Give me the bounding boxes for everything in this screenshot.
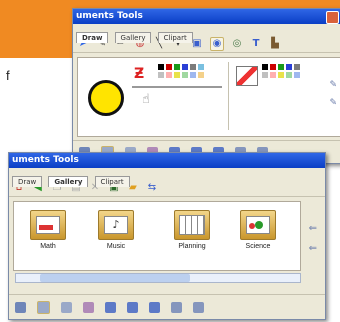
side-tool-icon[interactable]: ✎ [329, 98, 337, 108]
math-icon [30, 210, 66, 240]
tab-clipart[interactable]: Clipart [157, 32, 193, 43]
tab-strip: Draw Gallery Clipart [73, 24, 340, 43]
panel-divider [228, 62, 229, 130]
pattern-preview-icon[interactable] [236, 66, 258, 86]
horizontal-scrollbar[interactable] [15, 273, 301, 283]
settings-icon[interactable] [193, 301, 204, 313]
tab-clipart[interactable]: Clipart [94, 176, 130, 187]
window-title: uments Tools [76, 11, 143, 21]
side-arrow-icon[interactable]: ⇐ [309, 243, 317, 254]
bottom-toolbar [9, 294, 325, 319]
gallery-item-label: Music [106, 243, 126, 250]
print-icon[interactable] [171, 301, 182, 313]
rectangle-tool-icon[interactable]: ▣ [191, 38, 203, 50]
window-title-bar[interactable]: uments Tools [9, 153, 325, 168]
page-text-fragment: f [6, 68, 10, 83]
text-tool-icon[interactable]: T [250, 38, 262, 50]
width-slider[interactable] [132, 86, 222, 88]
back-icon[interactable] [37, 300, 50, 314]
grid-icon[interactable] [15, 301, 26, 313]
monitor-icon[interactable] [149, 301, 160, 313]
tab-draw[interactable]: Draw [12, 176, 43, 187]
tab-gallery[interactable]: Gallery [114, 32, 152, 43]
ellipse-tool-icon[interactable]: ◉ [210, 37, 224, 51]
gallery-item-label: Planning [178, 243, 206, 250]
forward-icon[interactable] [61, 301, 72, 313]
gallery-item-math[interactable]: Math [30, 210, 66, 250]
stroke-style-icon[interactable]: Ƶ [134, 67, 150, 81]
gallery-tools-window: uments Tools Draw Gallery Clipart ⌂ ◀ ❐ … [8, 152, 326, 320]
image-icon[interactable] [127, 301, 138, 313]
import-icon[interactable]: ⇆ [146, 182, 158, 194]
gallery-item-science[interactable]: Science [240, 210, 276, 250]
gallery-panel: Math ♪ Music Planning Science [13, 201, 301, 271]
gallery-item-planning[interactable]: Planning [174, 210, 210, 250]
music-icon: ♪ [98, 210, 134, 240]
tab-draw[interactable]: Draw [76, 32, 109, 43]
tab-gallery[interactable]: Gallery [48, 176, 89, 187]
planning-icon [174, 210, 210, 240]
tab-strip: Draw Gallery Clipart [9, 168, 325, 187]
side-arrow-icon[interactable]: ⇐ [309, 223, 317, 234]
gallery-item-music[interactable]: ♪ Music [98, 210, 134, 250]
scrollbar-thumb[interactable] [40, 274, 190, 282]
close-icon[interactable] [326, 11, 339, 24]
side-tool-icon[interactable]: ✎ [329, 80, 337, 90]
layer-icon[interactable] [105, 301, 116, 313]
color-palette-left[interactable] [158, 64, 224, 84]
gallery-item-label: Math [40, 243, 56, 250]
shape-tool-icon[interactable]: ◎ [231, 38, 243, 50]
window-title-bar[interactable]: uments Tools [73, 9, 340, 24]
draw-tools-window: uments Tools Draw Gallery Clipart ➤ ✎ ✏ … [72, 8, 340, 164]
hand-cursor-icon: ☝ [142, 92, 150, 107]
properties-panel: Ƶ ☝ ✎ ✎ [77, 57, 340, 137]
brush-icon[interactable] [83, 301, 94, 313]
fill-color-preview[interactable] [88, 80, 124, 116]
gallery-item-label: Science [245, 243, 271, 250]
window-title: uments Tools [12, 155, 79, 165]
science-icon [240, 210, 276, 240]
color-palette-right[interactable] [262, 64, 322, 84]
stamp-tool-icon[interactable]: ▙ [269, 38, 281, 50]
